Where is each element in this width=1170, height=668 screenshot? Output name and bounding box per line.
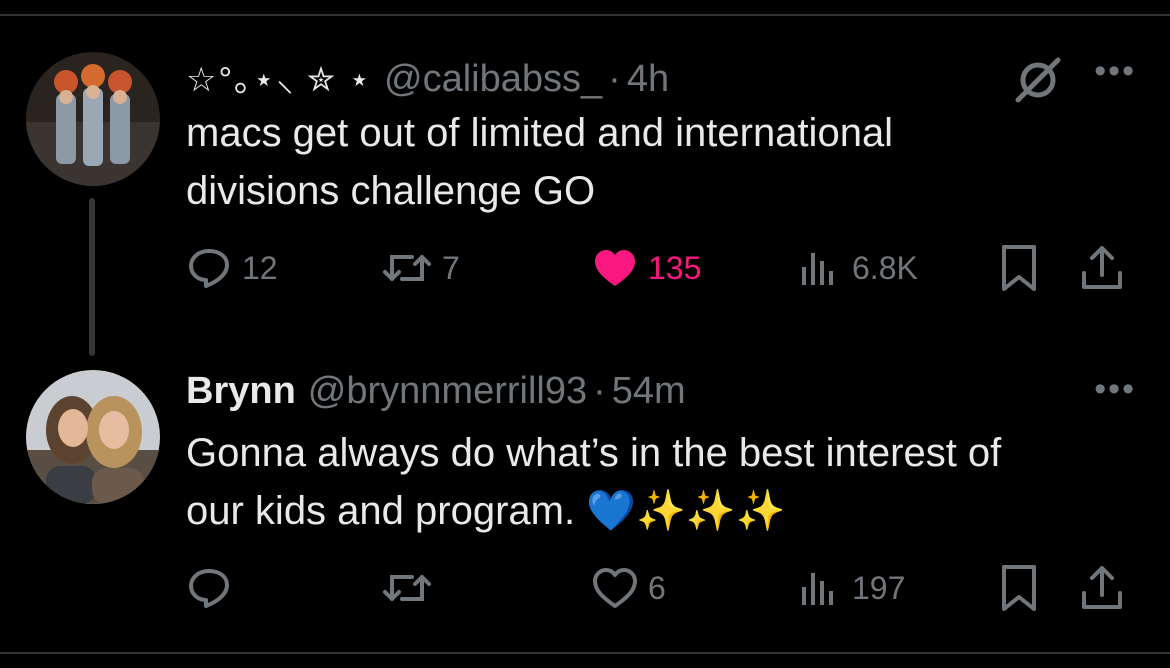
heart-filled-icon [595,250,635,286]
avatar[interactable] [26,52,160,186]
share-icon [1082,566,1122,609]
share-button[interactable] [1079,243,1125,293]
share-button[interactable] [1079,563,1125,613]
more-icon[interactable]: ••• [1094,370,1136,409]
timestamp[interactable]: 54m [612,370,686,413]
repost-count: 7 [442,249,460,286]
views-button[interactable]: 6.8K [796,243,918,293]
bookmark-icon [1002,565,1036,611]
repost-button[interactable]: 7 [382,243,460,293]
timestamp[interactable]: 4h [627,58,669,101]
views-count: 6.8K [852,249,918,286]
views-icon [802,253,833,285]
tweet-text-line: macs get out of limited and internationa… [186,111,894,155]
like-count: 135 [648,249,702,286]
tweet-text-line: divisions challenge GO [186,169,596,213]
reply-button[interactable]: 12 [186,243,278,293]
grok-icon[interactable] [1014,56,1062,104]
bookmark-button[interactable] [998,563,1040,613]
views-count: 197 [852,569,906,606]
reply-icon [189,249,229,288]
more-icon[interactable]: ••• [1094,52,1136,91]
separator: · [593,370,606,412]
tweet-text-line: our kids and program. 💙✨✨✨ [186,489,786,533]
like-count: 6 [648,569,666,606]
repost-button[interactable] [382,563,442,613]
action-bar: 6 197 [186,563,1146,613]
tweet-header: ☆°｡⋆⸜ ✮ ⋆ @calibabss_ · 4h [186,52,669,100]
like-button[interactable]: 135 [592,243,701,293]
reply-button[interactable] [186,563,242,613]
tweet-1[interactable]: ☆°｡⋆⸜ ✮ ⋆ @calibabss_ · 4h ••• macs get … [0,0,1170,356]
repost-icon [383,575,431,601]
avatar[interactable] [26,370,160,504]
views-button[interactable]: 197 [796,563,905,613]
display-name[interactable]: ☆°｡⋆⸜ ✮ ⋆ [186,52,372,101]
separator: · [608,58,621,100]
handle[interactable]: @calibabss_ [384,58,602,101]
tweet-text: Gonna always do what’s in the best inter… [186,424,1146,540]
thread-connector [89,198,95,356]
bottom-divider [0,652,1170,654]
bookmark-icon [1002,245,1036,291]
heart-outline-icon [593,568,637,608]
share-icon [1082,246,1122,289]
like-button[interactable]: 6 [592,563,666,613]
reply-icon [189,569,229,608]
handle[interactable]: @brynnmerrill93 [308,370,587,413]
tweet-header: Brynn @brynnmerrill93 · 54m [186,370,686,414]
display-name[interactable]: Brynn [186,370,296,413]
views-icon [802,573,833,605]
tweet-2[interactable]: Brynn @brynnmerrill93 · 54m ••• Gonna al… [0,340,1170,652]
tweet-text-line: Gonna always do what’s in the best inter… [186,431,1002,475]
bookmark-button[interactable] [998,243,1040,293]
tweet-text: macs get out of limited and internationa… [186,104,1146,220]
action-bar: 12 7 135 6.8K [186,243,1146,293]
repost-icon [383,255,431,281]
reply-count: 12 [242,249,278,286]
